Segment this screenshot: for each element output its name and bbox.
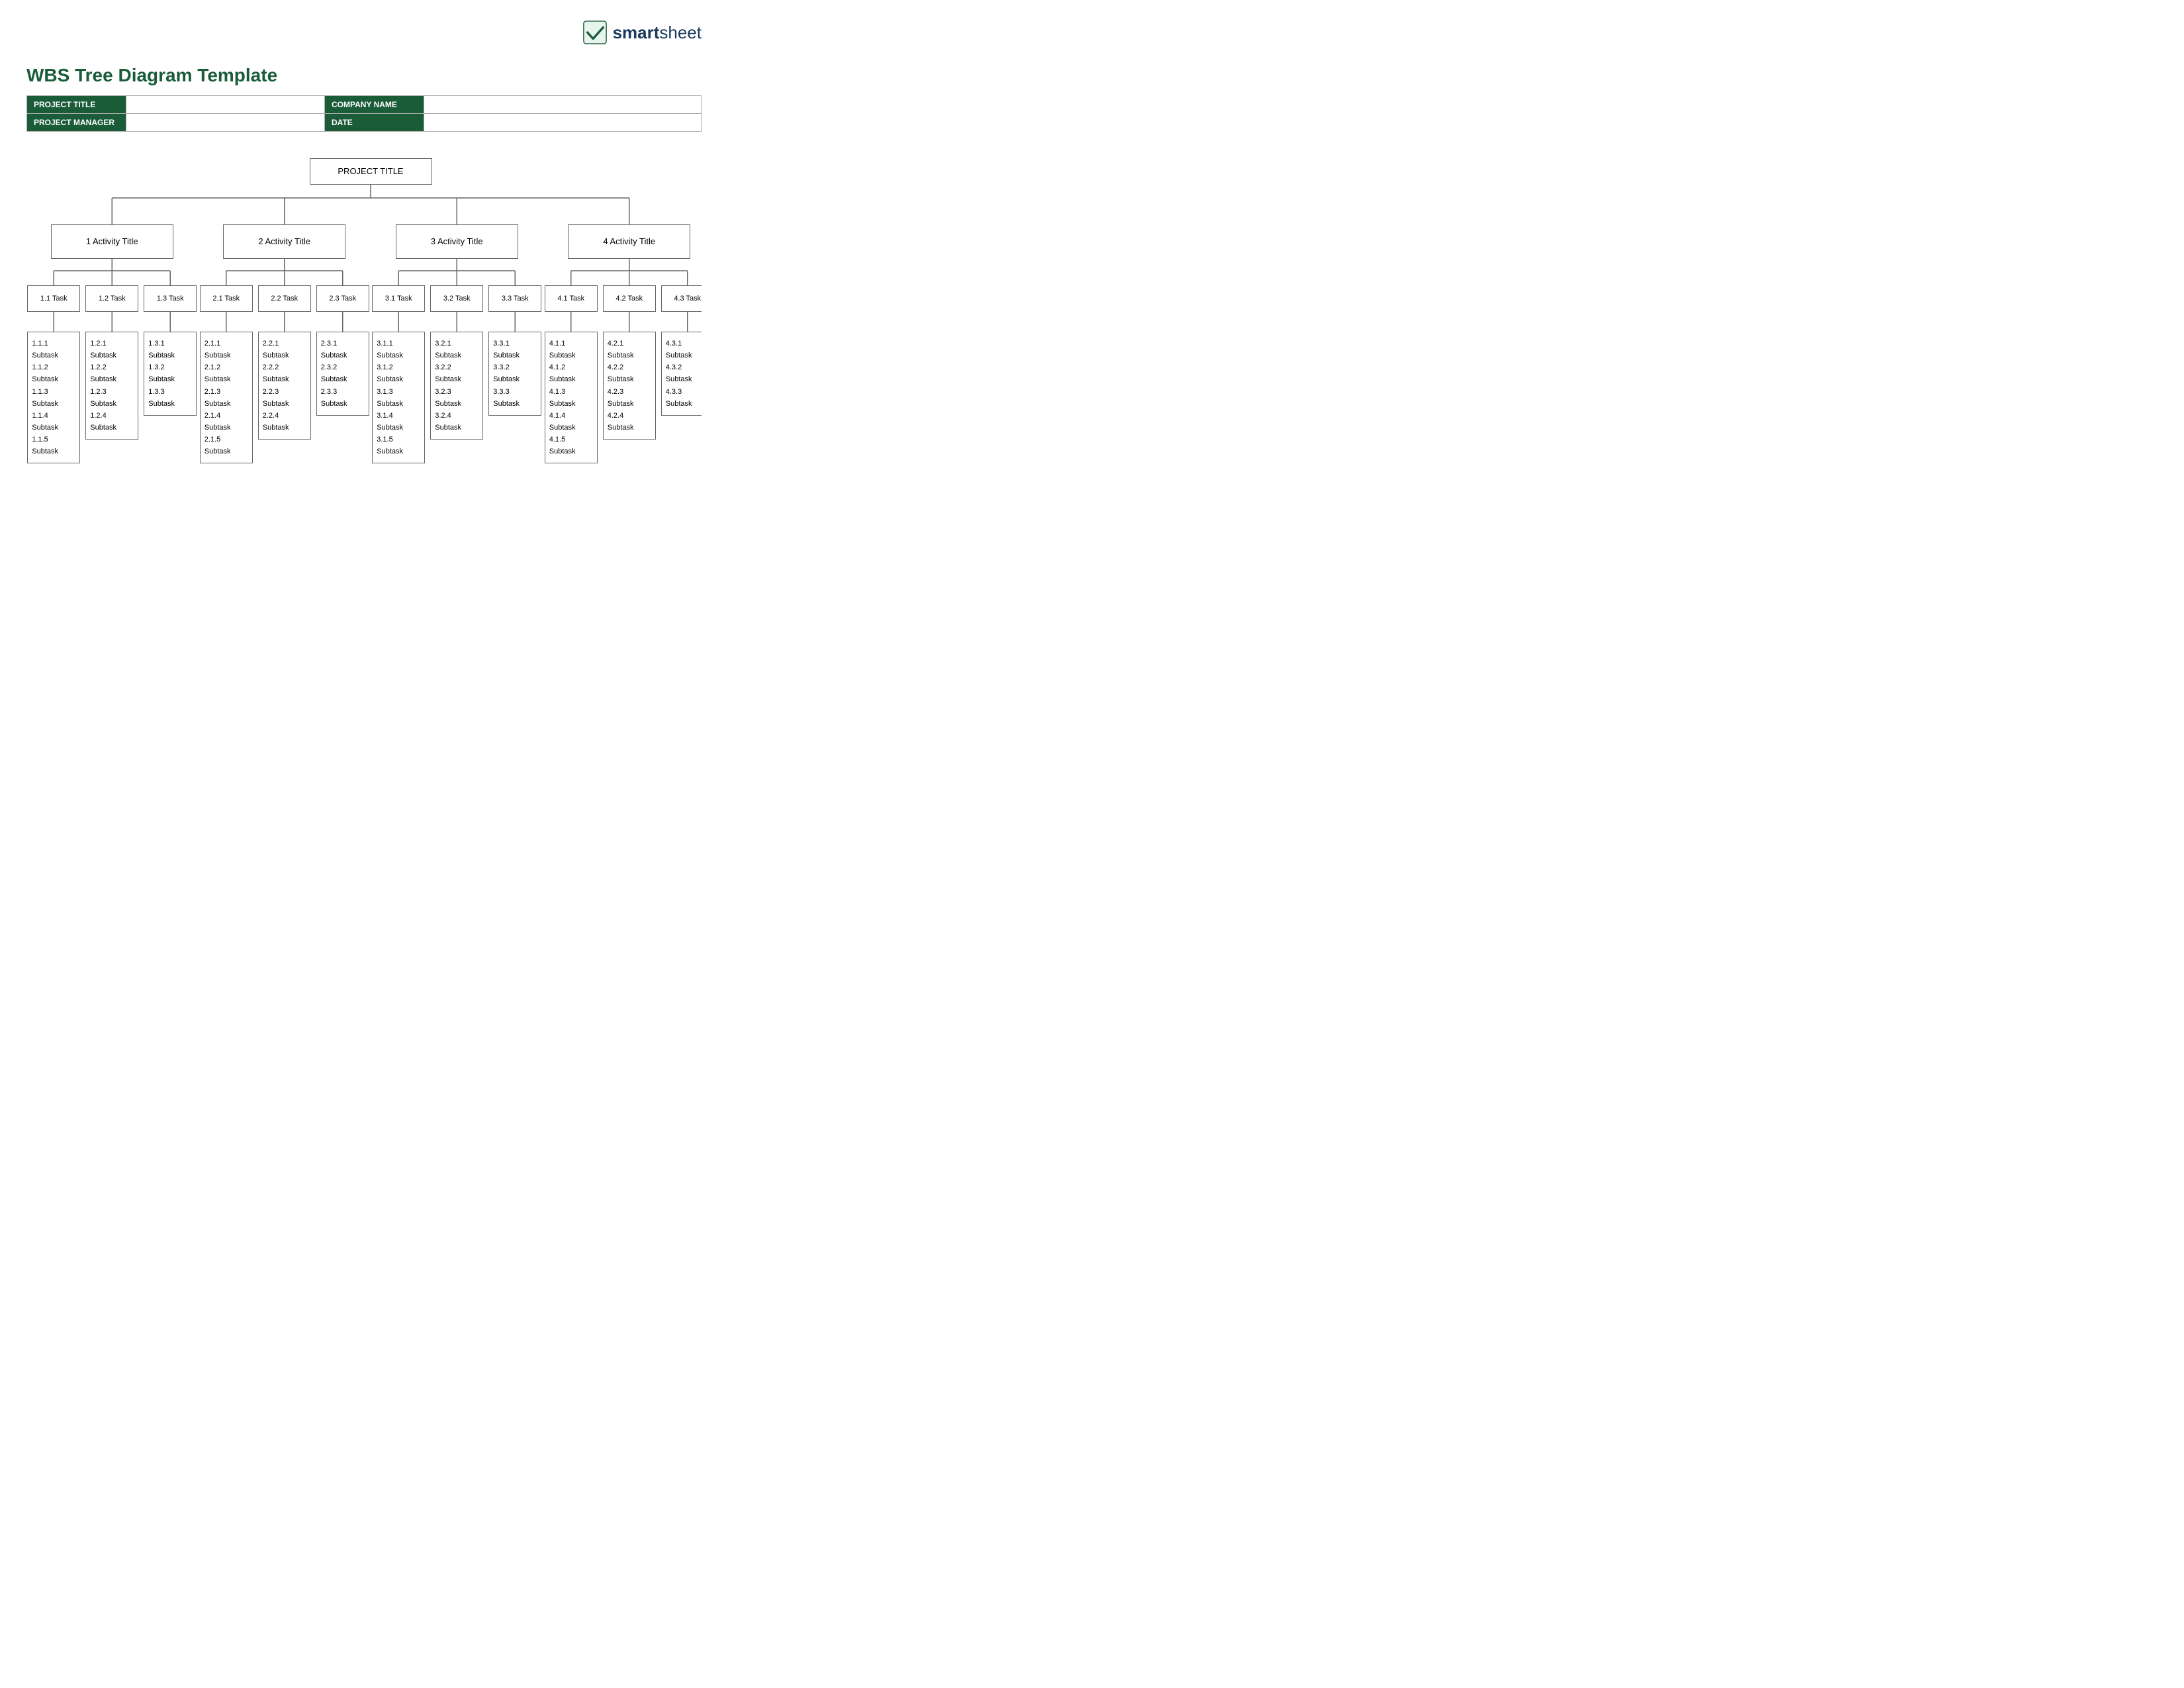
task-4-1: 4.1 Task bbox=[545, 285, 598, 312]
subtask-box-2-3: 2.3.1 Subtask2.3.2 Subtask2.3.3 Subtask bbox=[316, 332, 369, 416]
task-1-3: 1.3 Task bbox=[144, 285, 197, 312]
subtask-box-3-3: 3.3.1 Subtask3.3.2 Subtask3.3.3 Subtask bbox=[488, 332, 541, 416]
project-title-value[interactable] bbox=[126, 96, 325, 114]
task-3-2: 3.2 Task bbox=[430, 285, 483, 312]
task-3-1: 3.1 Task bbox=[372, 285, 425, 312]
company-name-value[interactable] bbox=[424, 96, 702, 114]
date-label: DATE bbox=[325, 114, 424, 132]
subtask-box-3-1: 3.1.1 Subtask3.1.2 Subtask3.1.3 Subtask3… bbox=[372, 332, 425, 463]
info-table: PROJECT TITLE COMPANY NAME PROJECT MANAG… bbox=[26, 95, 702, 132]
project-title-label: PROJECT TITLE bbox=[27, 96, 126, 114]
task-1-1: 1.1 Task bbox=[27, 285, 80, 312]
wbs-tree: PROJECT TITLE 1 Activity Title 1.1 Task 1.1… bbox=[26, 152, 702, 602]
task-4-2: 4.2 Task bbox=[603, 285, 656, 312]
subtask-box-2-2: 2.2.1 Subtask2.2.2 Subtask2.2.3 Subtask2… bbox=[258, 332, 311, 440]
subtask-box-4-2: 4.2.1 Subtask4.2.2 Subtask4.2.3 Subtask4… bbox=[603, 332, 656, 440]
page-title: WBS Tree Diagram Template bbox=[26, 65, 702, 86]
smartsheet-check-icon bbox=[582, 20, 608, 45]
subtask-box-1-1: 1.1.1 Subtask1.1.2 Subtask1.1.3 Subtask1… bbox=[27, 332, 80, 463]
subtask-box-3-2: 3.2.1 Subtask3.2.2 Subtask3.2.3 Subtask3… bbox=[430, 332, 483, 440]
root-node: PROJECT TITLE bbox=[310, 158, 432, 185]
subtask-box-1-2: 1.2.1 Subtask1.2.2 Subtask1.2.3 Subtask1… bbox=[85, 332, 138, 440]
logo-text: smartsheet bbox=[613, 23, 702, 43]
date-value[interactable] bbox=[424, 114, 702, 132]
activity-4: 4 Activity Title bbox=[568, 224, 690, 259]
header: smartsheet bbox=[26, 20, 702, 45]
activity-2: 2 Activity Title bbox=[223, 224, 345, 259]
activity-1: 1 Activity Title bbox=[51, 224, 173, 259]
activity-3: 3 Activity Title bbox=[396, 224, 518, 259]
subtask-box-4-3: 4.3.1 Subtask4.3.2 Subtask4.3.3 Subtask bbox=[661, 332, 702, 416]
task-3-3: 3.3 Task bbox=[488, 285, 541, 312]
task-2-3: 2.3 Task bbox=[316, 285, 369, 312]
logo: smartsheet bbox=[582, 20, 702, 45]
project-manager-value[interactable] bbox=[126, 114, 325, 132]
task-2-2: 2.2 Task bbox=[258, 285, 311, 312]
subtask-box-2-1: 2.1.1 Subtask2.1.2 Subtask2.1.3 Subtask2… bbox=[200, 332, 253, 463]
company-name-label: COMPANY NAME bbox=[325, 96, 424, 114]
task-1-2: 1.2 Task bbox=[85, 285, 138, 312]
task-2-1: 2.1 Task bbox=[200, 285, 253, 312]
task-4-3: 4.3 Task bbox=[661, 285, 702, 312]
subtask-box-4-1: 4.1.1 Subtask4.1.2 Subtask4.1.3 Subtask4… bbox=[545, 332, 598, 463]
subtask-box-1-3: 1.3.1 Subtask1.3.2 Subtask1.3.3 Subtask bbox=[144, 332, 197, 416]
project-manager-label: PROJECT MANAGER bbox=[27, 114, 126, 132]
wbs-tree-container: PROJECT TITLE 1 Activity Title 1.1 Task 1.1… bbox=[26, 152, 702, 602]
